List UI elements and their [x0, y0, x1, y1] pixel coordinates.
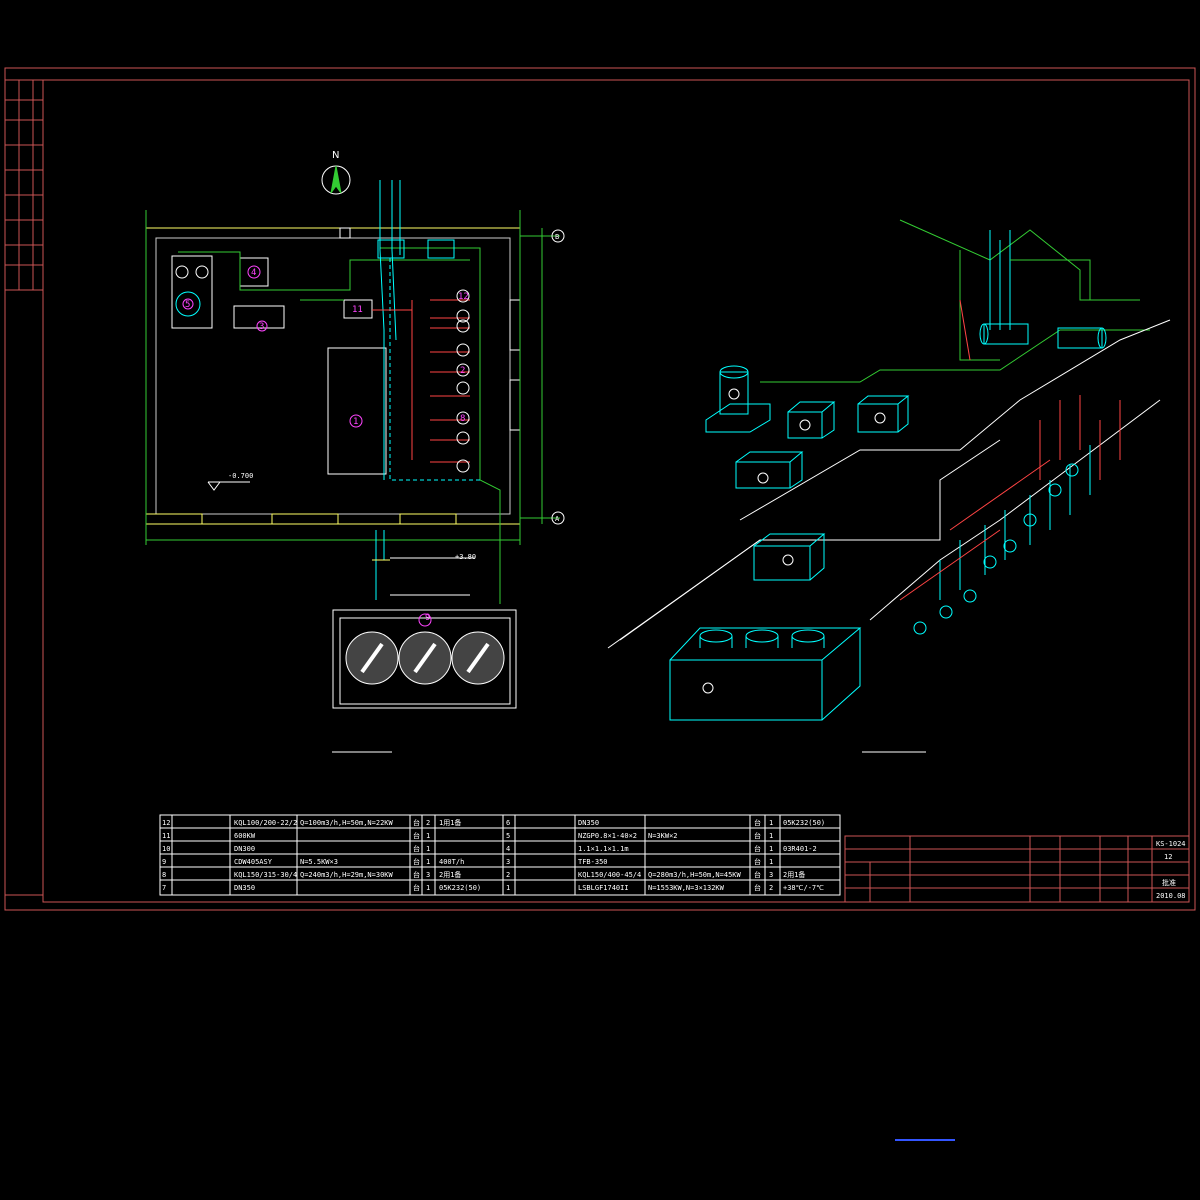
table-rows-right: 6 DN350 台 1 05K232(50) 5 NZGP0.8×1-40×2 …: [506, 818, 825, 892]
table-row-unit: 台: [413, 844, 420, 853]
table-row-spec: 1.1×1.1×1.1m: [578, 845, 629, 853]
table-row-spec: 600KW: [234, 832, 256, 840]
table-row-no: 9: [162, 858, 166, 866]
table-row-unit: 台: [754, 818, 761, 827]
axis-a-label: A: [555, 515, 560, 523]
table-row-qty: 3: [769, 871, 773, 879]
table-row-spec: DN350: [578, 819, 599, 827]
room-level: -0.700: [228, 472, 253, 480]
table-row-param: N=1553KW,N=3×132KW: [648, 884, 725, 892]
table-row-no: 8: [162, 871, 166, 879]
plan-num-11: 11: [352, 305, 363, 315]
table-row-spec: DN350: [234, 884, 255, 892]
callout-level: +3.80: [455, 553, 476, 561]
plan-numbers: 1 4 5 3 11 12 2 8 9 -0.700 +3.80: [185, 268, 476, 623]
table-row-param: Q=240m3/h,H=29m,N=30KW: [300, 871, 394, 879]
table-row-spec: KQL100/200-22/2: [234, 819, 297, 827]
table-row-no: 1: [506, 884, 510, 892]
title-block: KS-1024 12 批准 2010.08: [844, 835, 1190, 903]
table-row-qty: 1: [769, 832, 773, 840]
drawing-frame: [4, 67, 1196, 911]
plan-equipment: [171, 255, 387, 475]
table-row-unit: 台: [413, 857, 420, 866]
table-row-qty: 1: [426, 845, 430, 853]
plan-num-2: 2: [460, 366, 465, 376]
plan-num-8: 8: [460, 414, 465, 424]
table-row-qty: 1: [769, 845, 773, 853]
table-row-note: 400T/h: [439, 858, 464, 866]
table-row-qty: 1: [426, 832, 430, 840]
equipment-table: 12 KQL100/200-22/2 Q=100m3/h,H=50m,N=22K…: [159, 814, 841, 896]
left-margin-strip: [5, 80, 43, 291]
table-row-qty: 3: [426, 871, 430, 879]
drawing-number: KS-1024: [1156, 840, 1186, 848]
axis-b-label: B: [555, 233, 559, 241]
table-row-note: 2用1备: [783, 870, 805, 879]
table-row-qty: 1: [769, 858, 773, 866]
cooling-tower-plan: [332, 609, 517, 709]
table-row-note: 05K232(50): [439, 884, 481, 892]
table-row-qty: 1: [426, 858, 430, 866]
plan-num-3: 3: [259, 322, 264, 332]
table-row-no: 12: [162, 819, 170, 827]
table-row-unit: 台: [754, 870, 761, 879]
table-row-no: 3: [506, 858, 510, 866]
table-row-unit: 台: [413, 818, 420, 827]
table-row-unit: 台: [754, 831, 761, 840]
table-row-param: N=5.5KW×3: [300, 858, 338, 866]
sheet-number: 12: [1164, 853, 1172, 861]
table-row-note: +38℃/-7℃: [783, 884, 824, 892]
table-row-note: 2用1备: [439, 870, 461, 879]
table-row-qty: 1: [426, 884, 430, 892]
plan-num-1: 1: [353, 417, 358, 427]
table-row-spec: NZGP0.8×1-40×2: [578, 832, 637, 840]
plan-num-12: 12: [458, 292, 469, 302]
pump-row: [430, 289, 470, 473]
table-row-no: 7: [162, 884, 166, 892]
table-row-qty: 2: [769, 884, 773, 892]
table-row-qty: 1: [769, 819, 773, 827]
table-row-param: Q=280m3/h,H=50m,N=45KW: [648, 871, 742, 879]
table-row-spec: DN300: [234, 845, 255, 853]
table-row-spec: TFB-350: [578, 858, 608, 866]
plan-view: N B A 1 4 5 3 11 12 2 8 9 -0.700 +3.80: [145, 150, 565, 753]
north-arrow: N: [321, 150, 351, 195]
table-row-no: 2: [506, 871, 510, 879]
issue-date: 2010.08: [1156, 892, 1186, 900]
table-row-spec: CDW405ASY: [234, 858, 273, 866]
table-row-no: 11: [162, 832, 170, 840]
table-row-unit: 台: [413, 831, 420, 840]
table-row-note: 03R401-2: [783, 845, 817, 853]
table-row-spec: LSBLGF1740II: [578, 884, 629, 892]
table-row-spec: KQL150/315-30/4: [234, 871, 297, 879]
table-row-qty: 2: [426, 819, 430, 827]
table-row-unit: 台: [754, 844, 761, 853]
axis-markers: B A: [551, 229, 565, 525]
table-row-no: 10: [162, 845, 170, 853]
table-row-no: 4: [506, 845, 510, 853]
plan-num-5: 5: [185, 300, 190, 310]
table-row-no: 5: [506, 832, 510, 840]
table-row-unit: 台: [413, 883, 420, 892]
table-row-unit: 台: [413, 870, 420, 879]
plan-num-4: 4: [251, 268, 256, 278]
table-row-spec: KQL150/400-45/4: [578, 871, 641, 879]
table-row-no: 6: [506, 819, 510, 827]
cad-drawing-sheet: N B A 1 4 5 3 11 12 2 8 9 -0.700 +3.80 1…: [4, 67, 1196, 1141]
approver: 批准: [1162, 878, 1176, 887]
north-label: N: [332, 150, 339, 161]
table-row-param: N=3KW×2: [648, 832, 678, 840]
table-row-note: 05K232(50): [783, 819, 825, 827]
table-row-param: Q=100m3/h,H=50m,N=22KW: [300, 819, 394, 827]
table-row-unit: 台: [754, 857, 761, 866]
table-row-note: 1用1备: [439, 818, 461, 827]
isometric-view: [607, 219, 1171, 753]
table-row-unit: 台: [754, 883, 761, 892]
table-rows-left: 12 KQL100/200-22/2 Q=100m3/h,H=50m,N=22K…: [162, 818, 481, 892]
